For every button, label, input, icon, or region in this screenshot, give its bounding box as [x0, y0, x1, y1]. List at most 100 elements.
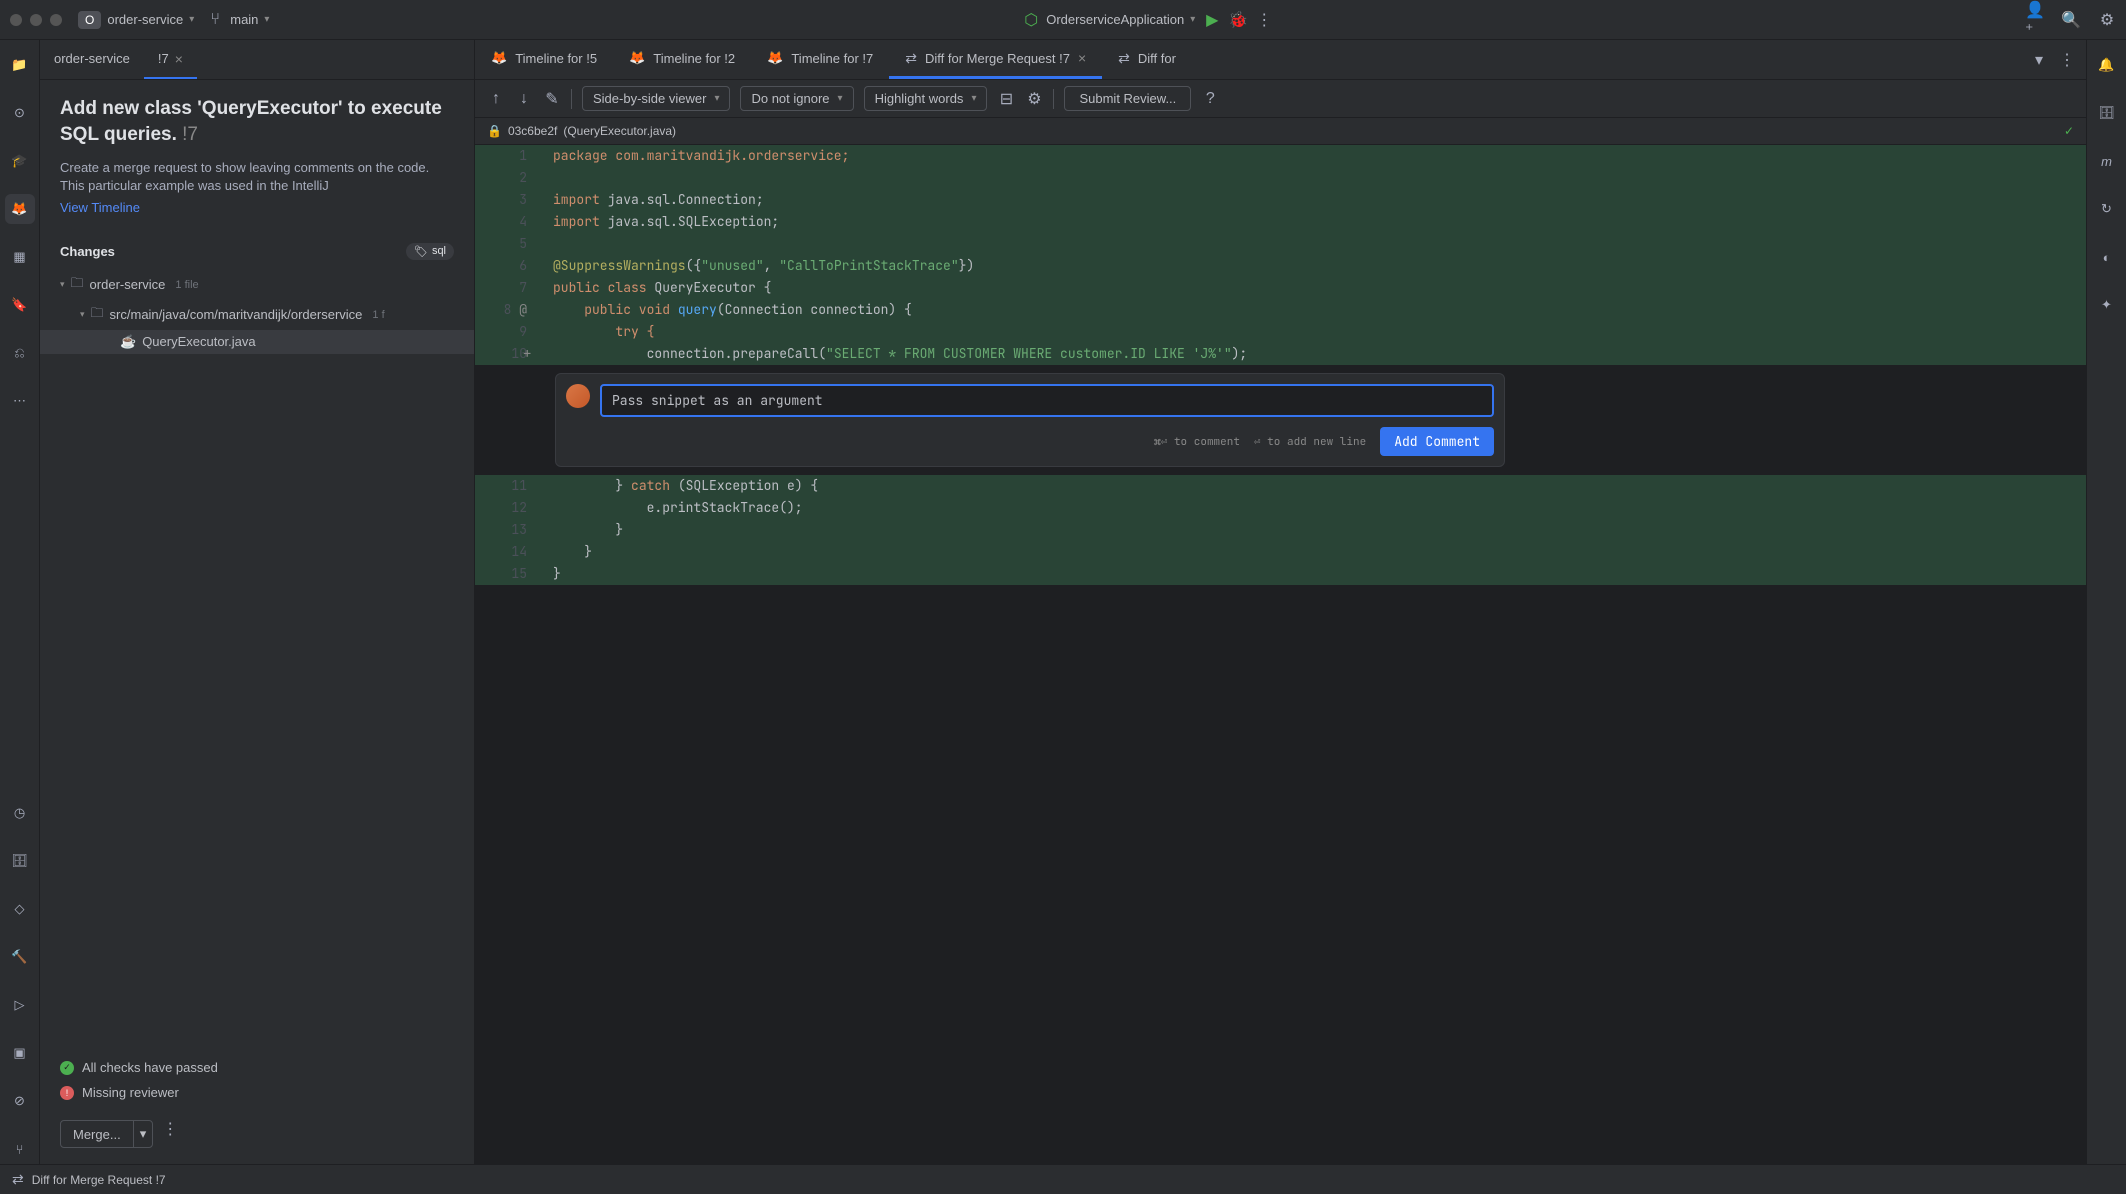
check-circle-icon: ✓: [60, 1061, 74, 1075]
code-text: @SuppressWarnings: [553, 257, 686, 274]
code-line: 10+ connection.prepareCall("SELECT * FRO…: [475, 343, 2086, 365]
tree-file[interactable]: ☕ QueryExecutor.java: [40, 330, 474, 354]
sidebar-tab-mr[interactable]: !7 ×: [144, 40, 197, 79]
more-actions-icon[interactable]: ⋮: [1255, 11, 1273, 29]
tag-icon: 🏷: [414, 245, 428, 258]
gitlab-tool-icon[interactable]: 🦊: [5, 194, 35, 224]
close-icon[interactable]: ×: [175, 51, 183, 67]
prev-diff-icon[interactable]: ↑: [487, 90, 505, 108]
tree-path[interactable]: ▾ 🗀 src/main/java/com/maritvandijk/order…: [60, 300, 454, 330]
pull-requests-tool-icon[interactable]: ⎌: [5, 338, 35, 368]
badge-text: sql: [432, 245, 446, 257]
run-icon[interactable]: ▶: [1203, 11, 1221, 29]
structure-tool-icon[interactable]: ▦: [5, 242, 35, 272]
tab-more-icon[interactable]: ⋮: [2058, 51, 2076, 69]
code-text: }): [959, 257, 975, 274]
commit-tool-icon[interactable]: ⊙: [5, 98, 35, 128]
services-tool-icon[interactable]: ◇: [5, 894, 35, 924]
editor-tab-diff-7[interactable]: ⇄ Diff for Merge Request !7 ×: [889, 40, 1102, 79]
chevron-down-icon: ▾: [838, 93, 843, 104]
merge-button-label[interactable]: Merge...: [61, 1122, 133, 1147]
add-comment-icon[interactable]: +: [523, 343, 531, 365]
minimize-window-icon[interactable]: [30, 14, 42, 26]
ai-assistant-icon[interactable]: ✦: [2092, 290, 2122, 320]
problems-tool-icon[interactable]: ⊘: [5, 1086, 35, 1116]
main-layout: 📁 ⊙ 🎓 🦊 ▦ 🔖 ⎌ ⋯ ◷ 🗄 ◇ 🔨 ▷ ▣ ⊘ ⑂ order-se…: [0, 40, 2126, 1164]
build-tool-icon[interactable]: 🔨: [5, 942, 35, 972]
check-icon: ✓: [2064, 124, 2074, 138]
run-config-selector[interactable]: ⬡ OrderserviceApplication ▾: [1022, 11, 1195, 29]
hint-text: ⌘⏎ to comment: [1154, 435, 1240, 449]
title-left: O order-service ▾ ⑂ main ▾: [78, 11, 269, 29]
viewer-mode-select[interactable]: Side-by-side viewer ▾: [582, 86, 730, 111]
changes-label: Changes: [60, 244, 115, 259]
editor-tab-timeline-2[interactable]: 🦊 Timeline for !2: [613, 40, 751, 79]
close-icon[interactable]: ×: [1078, 50, 1086, 66]
maven-icon[interactable]: m: [2092, 146, 2122, 176]
view-timeline-link[interactable]: View Timeline: [60, 200, 454, 215]
history-icon[interactable]: ↻: [2092, 194, 2122, 224]
code-text: public void: [553, 301, 678, 318]
debug-icon[interactable]: 🐞: [1229, 11, 1247, 29]
status-text: All checks have passed: [82, 1060, 218, 1075]
editor-tab-diff-overflow[interactable]: ⇄ Diff for: [1102, 40, 1192, 79]
highlight-select[interactable]: Highlight words ▾: [864, 86, 988, 111]
notifications-icon[interactable]: 🔔: [2092, 50, 2122, 80]
run-config-name: OrderserviceApplication: [1046, 12, 1184, 27]
bookmarks-tool-icon[interactable]: 🔖: [5, 290, 35, 320]
sidebar-tab-project[interactable]: order-service: [40, 40, 144, 79]
project-tool-icon[interactable]: 📁: [5, 50, 35, 80]
collaborate-icon[interactable]: 👤⁺: [2026, 11, 2044, 29]
learn-tool-icon[interactable]: 🎓: [5, 146, 35, 176]
settings-icon[interactable]: ⚙: [2098, 11, 2116, 29]
lock-icon: 🔒: [487, 124, 502, 138]
add-comment-button[interactable]: Add Comment: [1380, 427, 1494, 456]
sidebar-footer: ✓ All checks have passed ! Missing revie…: [40, 1044, 474, 1164]
gear-icon[interactable]: ⚙: [1025, 90, 1043, 108]
status-bar-text[interactable]: Diff for Merge Request !7: [32, 1173, 166, 1187]
database-tool-icon[interactable]: 🗄: [5, 846, 35, 876]
editor-tab-timeline-5[interactable]: 🦊 Timeline for !5: [475, 40, 613, 79]
tab-label: Timeline for !5: [515, 51, 597, 66]
comment-input[interactable]: [600, 384, 1494, 417]
search-icon[interactable]: 🔍: [2062, 11, 2080, 29]
close-window-icon[interactable]: [10, 14, 22, 26]
sql-badge[interactable]: 🏷 sql: [406, 243, 454, 260]
code-text: connection.prepareCall(: [553, 345, 826, 362]
merge-dropdown-button[interactable]: ▾: [133, 1121, 153, 1147]
terminal-tool-icon[interactable]: ▣: [5, 1038, 35, 1068]
title-center: ⬡ OrderserviceApplication ▾ ▶ 🐞 ⋮: [269, 11, 2026, 29]
diff-icon: ⇄: [905, 50, 917, 67]
more-tool-icon[interactable]: ⋯: [5, 386, 35, 416]
branch-selector[interactable]: ⑂ main ▾: [206, 11, 269, 29]
maximize-window-icon[interactable]: [50, 14, 62, 26]
chevron-down-icon: ▾: [80, 309, 85, 320]
submit-review-button[interactable]: Submit Review...: [1064, 86, 1191, 111]
ignore-select[interactable]: Do not ignore ▾: [740, 86, 853, 111]
sidebar-tabs: order-service !7 ×: [40, 40, 474, 80]
help-icon[interactable]: ?: [1201, 90, 1219, 108]
gitlab-icon: 🦊: [767, 50, 783, 66]
collapse-icon[interactable]: ⊟: [997, 90, 1015, 108]
tab-overflow-icon[interactable]: ▾: [2030, 51, 2048, 69]
editor-tab-timeline-7[interactable]: 🦊 Timeline for !7: [751, 40, 889, 79]
code-text: [545, 233, 2086, 255]
code-line: 3import java.sql.Connection;: [475, 189, 2086, 211]
code-area[interactable]: 1package com.maritvandijk.orderservice; …: [475, 145, 2086, 1164]
coverage-icon[interactable]: ◐: [2092, 242, 2122, 272]
edit-icon[interactable]: ✎: [543, 90, 561, 108]
project-selector[interactable]: O order-service ▾: [78, 11, 194, 29]
next-diff-icon[interactable]: ↓: [515, 90, 533, 108]
run-tool-icon[interactable]: ▷: [5, 990, 35, 1020]
code-text: e.printStackTrace();: [545, 497, 2086, 519]
tree-root[interactable]: ▾ 🗀 order-service 1 file: [60, 270, 454, 300]
sidebar-tab-label: !7: [158, 51, 169, 66]
git-tool-icon[interactable]: ⑂: [5, 1134, 35, 1164]
code-line: 5: [475, 233, 2086, 255]
sidebar-tab-label: order-service: [54, 51, 130, 66]
dashboard-tool-icon[interactable]: ◷: [5, 798, 35, 828]
title-right: 👤⁺ 🔍 ⚙: [2026, 11, 2116, 29]
database-icon[interactable]: 🗄: [2092, 98, 2122, 128]
more-icon[interactable]: ⋮: [161, 1120, 179, 1138]
code-line: 14 }: [475, 541, 2086, 563]
